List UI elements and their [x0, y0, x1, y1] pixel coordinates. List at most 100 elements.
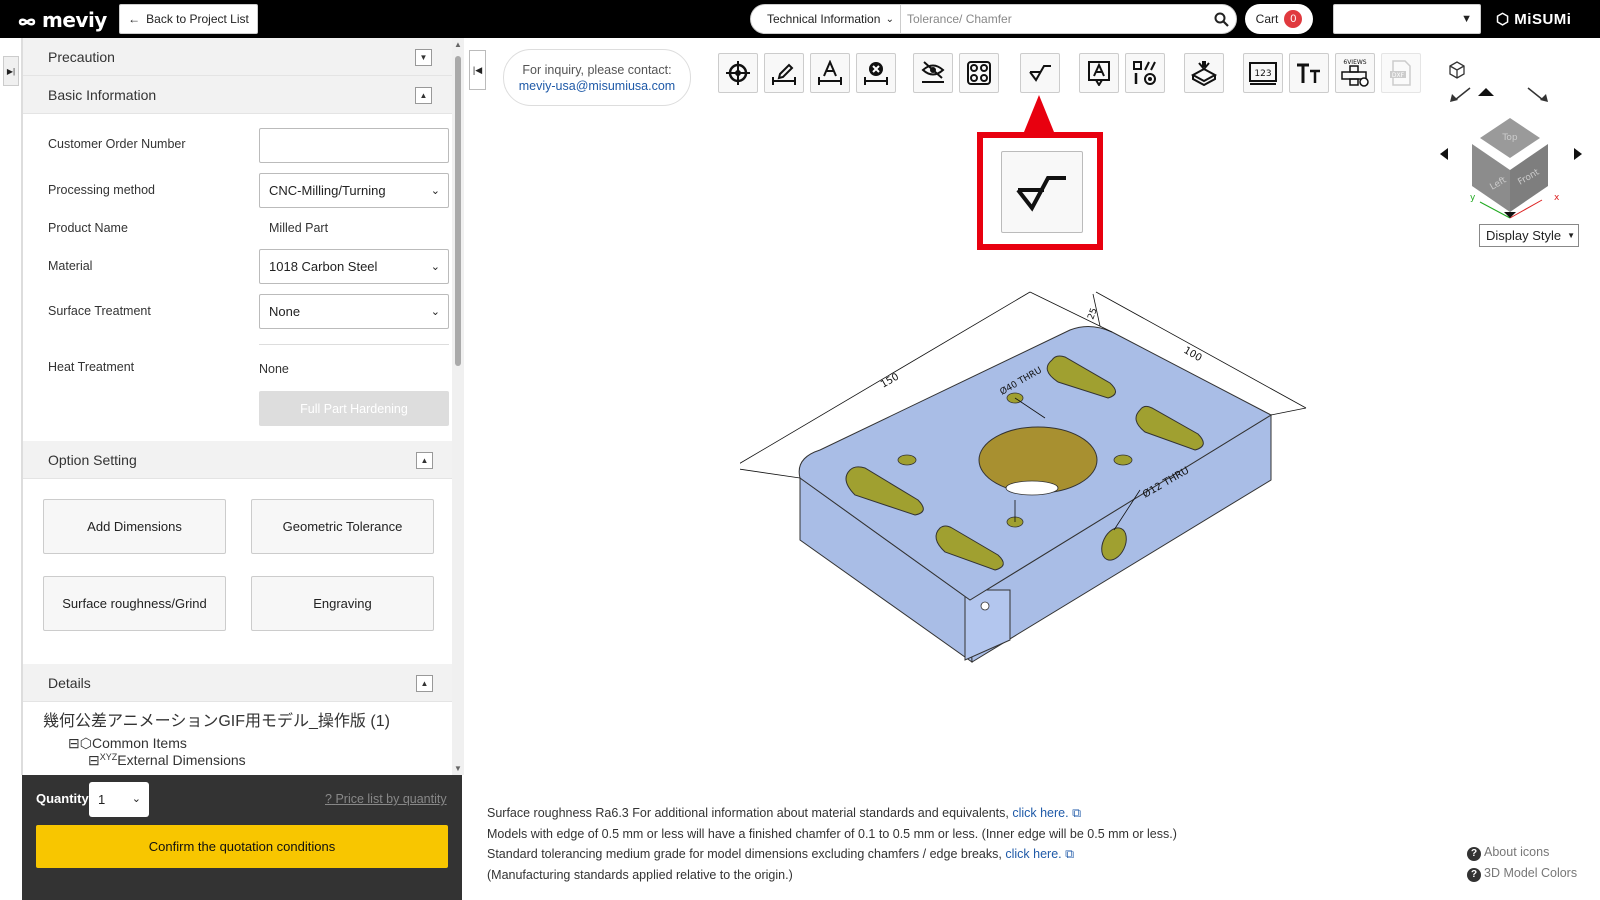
collapse-icon[interactable]: ▲ — [416, 675, 433, 692]
chevron-down-icon: ⌄ — [131, 793, 141, 805]
back-label: Back to Project List — [146, 12, 249, 26]
tree-item-label: Common Items — [91, 735, 187, 751]
quantity-select[interactable]: 1 ⌄ — [89, 782, 149, 817]
inquiry-contact: For inquiry, please contact: meviy-usa@m… — [503, 49, 691, 106]
meviy-logo[interactable]: meviy — [14, 8, 107, 32]
details-tree: 幾何公差アニメーションGIF用モデル_操作版 (1) ⊟⬡Common Item… — [43, 707, 390, 768]
left-panel-scrollbar[interactable]: ▲ ▼ — [452, 38, 464, 775]
eye-off-icon — [921, 61, 945, 83]
tree-item-external-dimensions[interactable]: ⊟XYZExternal Dimensions — [43, 752, 390, 768]
back-to-project-list-button[interactable]: ← Back to Project List — [119, 4, 258, 34]
scroll-up-icon[interactable]: ▲ — [454, 40, 462, 49]
delete-dimension-button[interactable] — [856, 53, 896, 93]
dimension-25[interactable]: 25 — [1086, 307, 1099, 321]
left-collapse-strip: ▶| — [0, 38, 22, 775]
surface-treatment-select[interactable]: None ⌄ — [259, 294, 449, 329]
expand-panel-icon[interactable]: ▶| — [3, 56, 19, 86]
tree-item-common-items[interactable]: ⊟⬡Common Items — [43, 735, 390, 752]
surface-roughness-tool-button[interactable] — [1020, 53, 1060, 93]
display-style-select[interactable]: Display Style ▼ — [1479, 224, 1579, 247]
search-category-select[interactable]: Technical Information ⌄ — [751, 5, 901, 33]
order-number-input[interactable] — [259, 128, 449, 163]
chevron-down-icon: ▼ — [1567, 231, 1576, 240]
model-colors-link[interactable]: ? 3D Model Colors — [1467, 863, 1577, 884]
full-part-hardening-button[interactable]: Full Part Hardening — [259, 391, 449, 426]
text-dimension-button[interactable] — [810, 53, 850, 93]
geometric-tolerance-button[interactable]: Geometric Tolerance — [251, 499, 434, 554]
six-views-icon: 6VIEWS — [1341, 59, 1369, 87]
engraving-tool-button[interactable] — [1079, 53, 1119, 93]
about-icons-link[interactable]: ? About icons — [1467, 842, 1577, 863]
dimension-100[interactable]: 100 — [1182, 345, 1204, 364]
search-bar: Technical Information ⌄ Tolerance/ Chamf… — [750, 4, 1237, 34]
cart-button[interactable]: Cart 0 — [1245, 4, 1313, 34]
rotate-right-arrow-icon[interactable] — [1574, 148, 1582, 160]
surface-roughness-button[interactable]: Surface roughness/Grind — [43, 576, 226, 631]
expand-icon[interactable]: ▼ — [415, 49, 432, 66]
confirm-quotation-button[interactable]: Confirm the quotation conditions — [36, 825, 448, 868]
tolerancing-link[interactable]: click here. — [1005, 847, 1061, 861]
dimension-150[interactable]: 150 — [879, 372, 901, 391]
material-value: 1018 Carbon Steel — [269, 259, 378, 274]
hide-dimension-button[interactable] — [913, 53, 953, 93]
product-name-label: Product Name — [48, 221, 128, 235]
display-style-label: Display Style — [1486, 228, 1562, 243]
rotate-right-icon[interactable] — [1527, 87, 1548, 102]
rotate-up-icon[interactable] — [1478, 88, 1494, 96]
account-select[interactable]: ▼ — [1333, 4, 1481, 34]
collapse-icon[interactable]: ⊟ — [68, 735, 80, 751]
collapse-panel-icon[interactable]: |◀ — [469, 50, 486, 90]
search-category-label: Technical Information — [767, 12, 881, 26]
material-select[interactable]: 1018 Carbon Steel ⌄ — [259, 249, 449, 284]
search-input[interactable]: Tolerance/ Chamfer — [901, 12, 1206, 26]
edit-dimension-button[interactable] — [764, 53, 804, 93]
cube-icon: ⬡ — [79, 735, 92, 751]
section-option-setting[interactable]: Option Setting ▲ — [23, 441, 452, 479]
surface-roughness-zoomed-button[interactable] — [1001, 151, 1083, 233]
letter-dimension-icon — [818, 60, 842, 85]
price-list-link[interactable]: ? Price list by quantity — [325, 792, 447, 806]
inquiry-text: For inquiry, please contact: — [522, 62, 672, 77]
tree-item-label: External Dimensions — [117, 752, 246, 768]
scroll-down-icon[interactable]: ▼ — [454, 764, 462, 773]
search-icon[interactable] — [1206, 12, 1236, 27]
hole-pattern-button[interactable] — [959, 53, 999, 93]
tree-root-model[interactable]: 幾何公差アニメーションGIF用モデル_操作版 (1) — [43, 707, 390, 731]
svg-text:DXF: DXF — [1392, 72, 1405, 79]
section-details[interactable]: Details ▲ — [23, 664, 452, 702]
left-panel: Precaution ▼ Basic Information ▲ Custome… — [22, 38, 452, 775]
origin-tool-button[interactable] — [718, 53, 758, 93]
home-cube-icon[interactable] — [1449, 61, 1465, 79]
material-standards-link[interactable]: click here. — [1012, 806, 1068, 820]
scroll-thumb[interactable] — [455, 56, 461, 366]
external-link-icon[interactable]: ⧉ — [1072, 806, 1081, 820]
text-size-button[interactable] — [1289, 53, 1329, 93]
section-title: Option Setting — [48, 451, 137, 468]
rotate-left-arrow-icon[interactable] — [1440, 148, 1448, 160]
3d-model-tool-button[interactable] — [1184, 53, 1224, 93]
rotate-down-icon[interactable] — [1504, 212, 1516, 218]
collapse-icon[interactable]: ▲ — [415, 87, 432, 104]
collapse-icon[interactable]: ▲ — [416, 452, 433, 469]
geometric-tolerance-tool-button[interactable] — [1125, 53, 1165, 93]
svg-text:Top: Top — [1501, 133, 1517, 143]
view-cube[interactable]: Top Left Front — [1472, 118, 1548, 212]
3d-part-model[interactable]: 150 100 25 Ø12 THRU Ø40 THRU — [740, 290, 1340, 670]
dxf-export-button[interactable]: DXF — [1381, 53, 1421, 93]
chevron-down-icon: ▼ — [1461, 13, 1472, 25]
rotate-left-icon[interactable] — [1450, 87, 1471, 102]
model-colors-label: 3D Model Colors — [1484, 866, 1578, 880]
collapse-icon[interactable]: ⊟ — [88, 752, 100, 768]
misumi-logo[interactable]: ⬡ MiSUMi — [1496, 10, 1571, 28]
inquiry-email-link[interactable]: meviy-usa@misumiusa.com — [519, 79, 675, 93]
add-dimensions-button[interactable]: Add Dimensions — [43, 499, 226, 554]
external-link-icon[interactable]: ⧉ — [1065, 847, 1074, 861]
engraving-button[interactable]: Engraving — [251, 576, 434, 631]
quantity-value: 1 — [98, 792, 106, 807]
section-basic-information[interactable]: Basic Information ▲ — [23, 76, 452, 114]
quantity-label: Quantity — [36, 791, 89, 806]
six-views-button[interactable]: 6VIEWS — [1335, 53, 1375, 93]
processing-method-select[interactable]: CNC-Milling/Turning ⌄ — [259, 173, 449, 208]
section-precaution[interactable]: Precaution ▼ — [23, 38, 452, 76]
number-display-button[interactable]: 123 — [1243, 53, 1283, 93]
